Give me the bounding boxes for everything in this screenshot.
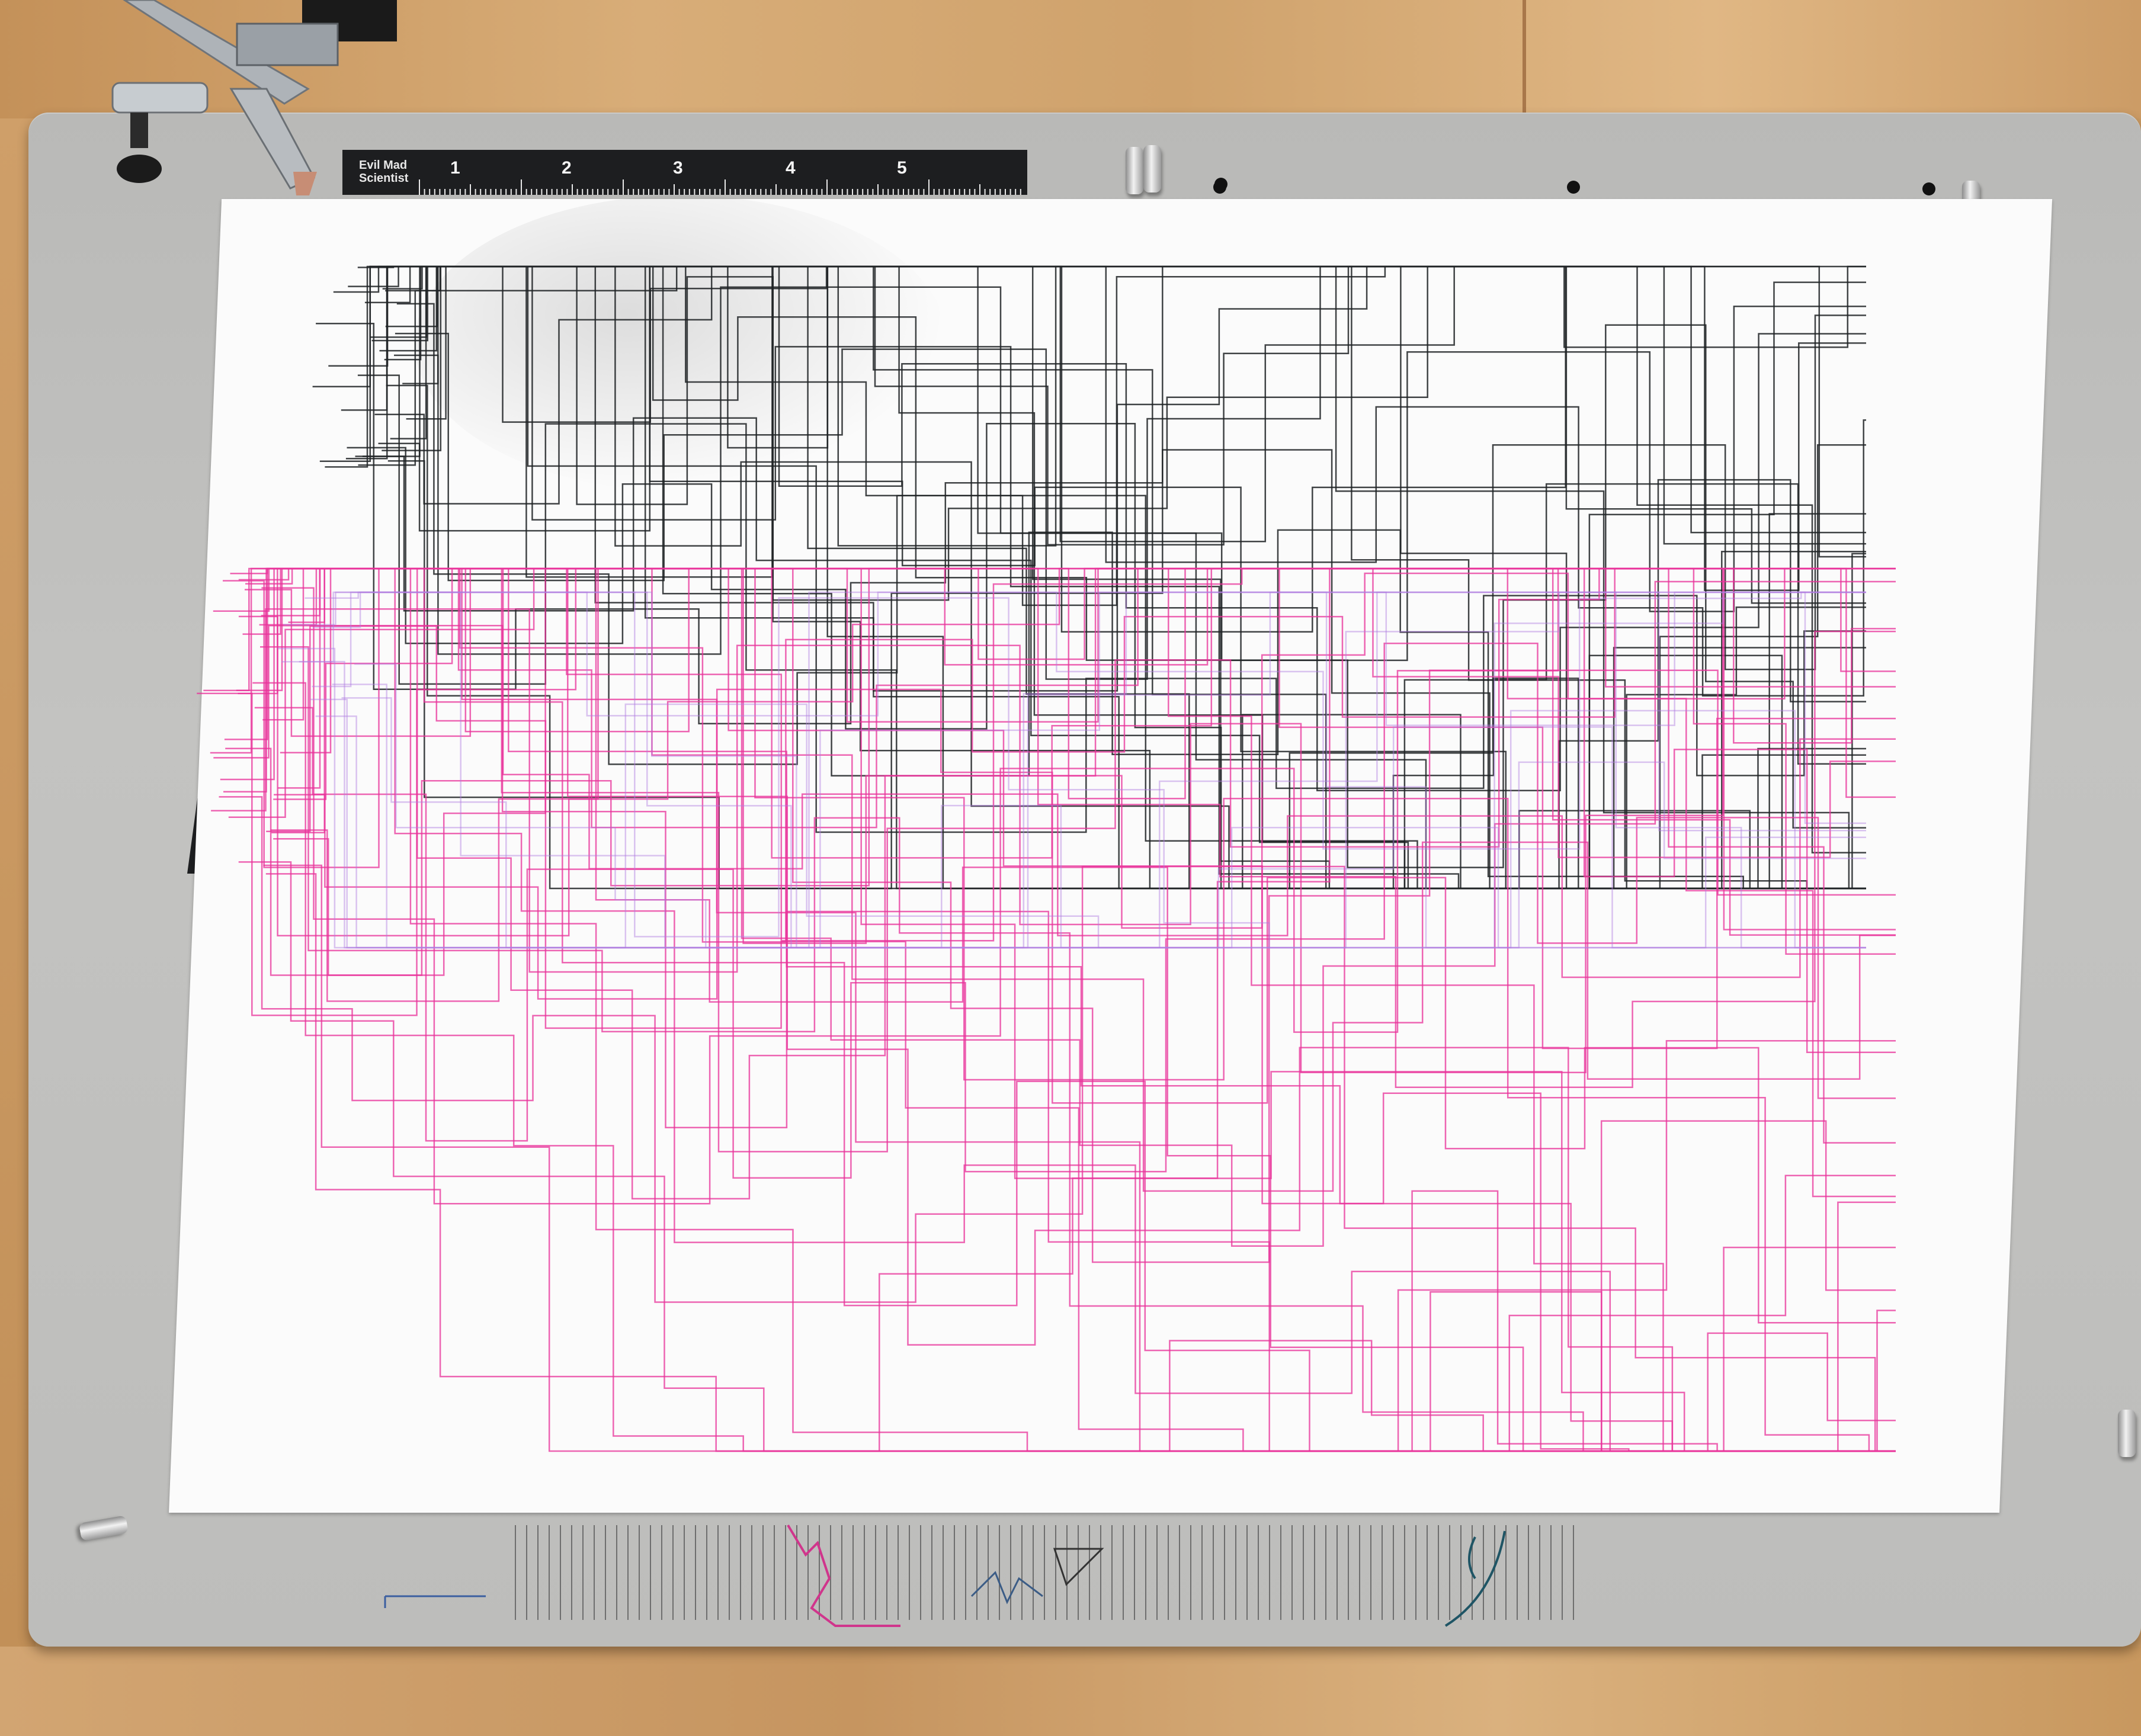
plotted-line (230, 567, 1896, 1200)
plotted-line (203, 567, 1896, 1198)
plotted-line (213, 624, 1896, 1452)
plotted-line (396, 265, 1866, 765)
plotted-line (274, 688, 1896, 1324)
plotted-line (271, 567, 1896, 1452)
plotted-line (223, 567, 1896, 1452)
plotted-line (238, 567, 1896, 942)
plotted-line (310, 591, 1866, 949)
magenta-scribble (787, 1524, 900, 1627)
plotted-line (362, 265, 1866, 792)
plotted-line (259, 567, 1896, 1452)
test-strip-hatching (515, 1525, 1574, 1620)
blue-scribble (970, 1571, 1043, 1605)
plotted-line (220, 567, 1896, 1452)
plotted-line (270, 567, 1896, 1452)
pen-test-strip (384, 1524, 1574, 1627)
plotted-line-art (197, 265, 1896, 1452)
plotted-line (333, 265, 1866, 546)
photo-scene: Evil Mad Scientist 1 2 3 4 5 1 2 3 4 5 (0, 0, 2141, 1736)
plotted-line (228, 567, 1896, 1452)
plotted-line (315, 591, 1866, 949)
plotter-arm-icon (111, 0, 397, 195)
plotted-line (238, 567, 1896, 1050)
plotted-line (387, 449, 1866, 890)
plotted-line (354, 591, 1866, 949)
plotted-line (236, 567, 1896, 1452)
plotted-line (382, 265, 1866, 601)
teal-scribble (1444, 1530, 1506, 1627)
blue-mark (384, 1595, 486, 1608)
